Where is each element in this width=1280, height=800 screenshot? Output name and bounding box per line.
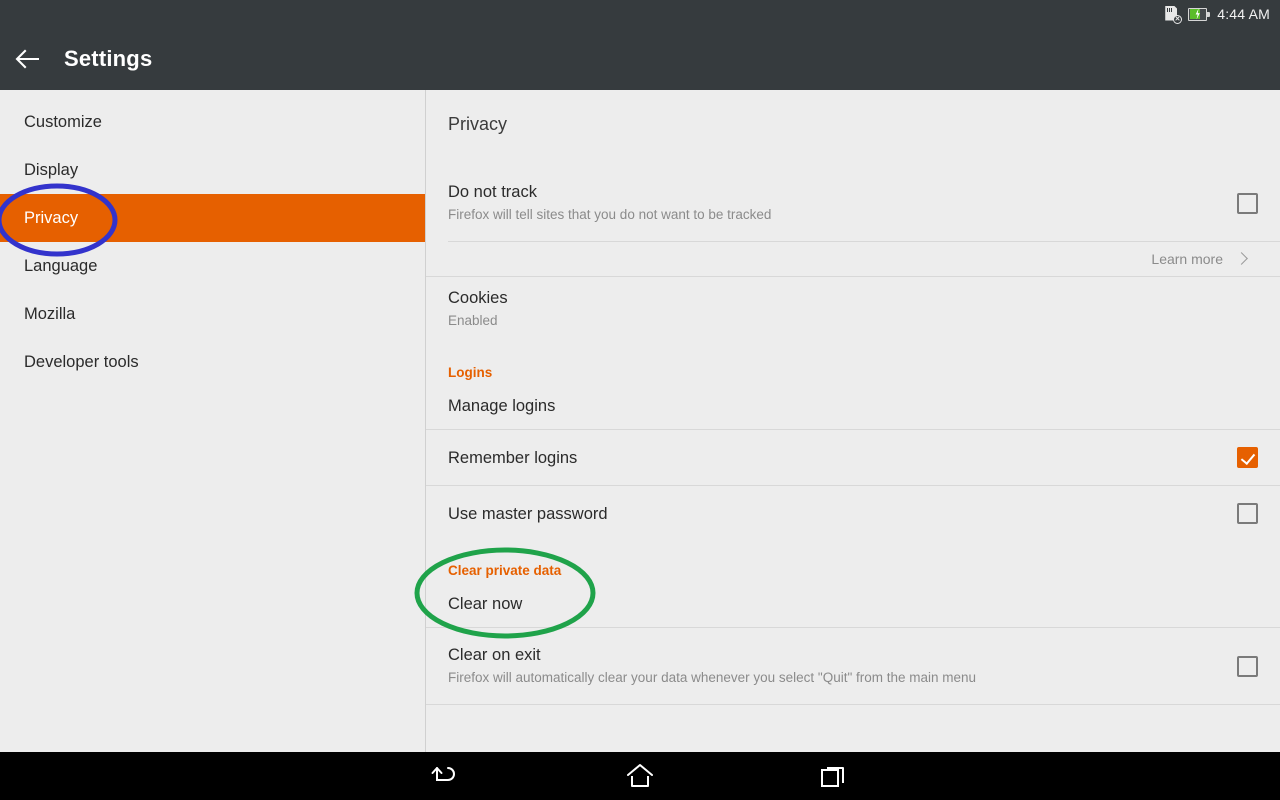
nav-home-button[interactable] bbox=[605, 752, 675, 800]
page-title: Settings bbox=[64, 46, 153, 71]
sdcard-removed-icon bbox=[1164, 5, 1183, 24]
row-subtitle: Firefox will tell sites that you do not … bbox=[448, 207, 772, 222]
row-subtitle: Enabled bbox=[448, 313, 498, 328]
row-title: Remember logins bbox=[448, 448, 578, 467]
learn-more-link[interactable]: Learn more bbox=[426, 242, 1280, 276]
row-do-not-track[interactable]: Do not track Firefox will tell sites tha… bbox=[426, 165, 1280, 241]
action-bar: Settings bbox=[0, 28, 1280, 90]
recents-icon bbox=[821, 767, 844, 787]
status-bar-clock: 4:44 AM bbox=[1217, 6, 1270, 22]
row-cookies[interactable]: Cookies Enabled bbox=[426, 277, 1280, 341]
checkbox-remember-logins[interactable] bbox=[1237, 447, 1258, 468]
section-label-clear-private-data: Clear private data bbox=[448, 563, 562, 578]
nav-recents-button[interactable] bbox=[799, 752, 869, 800]
sidebar-item-mozilla[interactable]: Mozilla bbox=[0, 290, 425, 338]
sidebar-item-customize[interactable]: Customize bbox=[0, 98, 425, 146]
settings-sidebar: Customize Display Privacy Language Mozil… bbox=[0, 90, 426, 752]
row-title: Cookies bbox=[448, 289, 508, 307]
row-clear-now[interactable]: Clear now bbox=[426, 581, 1280, 627]
sidebar-item-label: Display bbox=[24, 160, 79, 179]
back-arrow-icon bbox=[15, 49, 39, 69]
panel-title: Privacy bbox=[448, 114, 508, 134]
back-button[interactable] bbox=[0, 28, 56, 90]
back-icon bbox=[431, 767, 455, 781]
learn-more-label: Learn more bbox=[1151, 251, 1223, 267]
row-title: Manage logins bbox=[448, 397, 556, 415]
divider bbox=[426, 704, 1280, 705]
android-settings-screen: 4:44 AM Settings Customize Display Priva… bbox=[0, 0, 1280, 800]
battery-charging-icon bbox=[1188, 7, 1211, 21]
checkbox-use-master-password[interactable] bbox=[1237, 503, 1258, 524]
status-bar: 4:44 AM bbox=[0, 0, 1280, 28]
chevron-right-icon bbox=[1235, 252, 1248, 265]
sidebar-item-label: Language bbox=[24, 256, 98, 275]
sidebar-item-language[interactable]: Language bbox=[0, 242, 425, 290]
row-title: Do not track bbox=[448, 183, 537, 201]
checkbox-clear-on-exit[interactable] bbox=[1237, 655, 1258, 677]
row-title: Use master password bbox=[448, 504, 608, 523]
section-label-logins: Logins bbox=[448, 365, 493, 380]
home-icon bbox=[627, 764, 653, 787]
nav-back-button[interactable] bbox=[411, 752, 481, 800]
settings-content: Customize Display Privacy Language Mozil… bbox=[0, 90, 1280, 752]
sidebar-item-label: Privacy bbox=[24, 208, 79, 227]
sidebar-item-display[interactable]: Display bbox=[0, 146, 425, 194]
row-remember-logins[interactable]: Remember logins bbox=[426, 430, 1280, 485]
row-clear-on-exit[interactable]: Clear on exit Firefox will automatically… bbox=[426, 628, 1280, 704]
row-title: Clear on exit bbox=[448, 646, 541, 664]
sidebar-item-privacy[interactable]: Privacy bbox=[0, 194, 425, 242]
row-use-master-password[interactable]: Use master password bbox=[426, 486, 1280, 541]
row-manage-logins[interactable]: Manage logins bbox=[426, 383, 1280, 429]
sidebar-item-label: Developer tools bbox=[24, 352, 139, 371]
sidebar-item-developer-tools[interactable]: Developer tools bbox=[0, 338, 425, 386]
checkbox-do-not-track[interactable] bbox=[1237, 192, 1258, 214]
sidebar-item-label: Customize bbox=[24, 112, 102, 131]
system-navigation-bar bbox=[0, 752, 1280, 800]
row-subtitle: Firefox will automatically clear your da… bbox=[448, 670, 977, 685]
row-title: Clear now bbox=[448, 595, 523, 613]
sidebar-item-label: Mozilla bbox=[24, 304, 76, 323]
privacy-panel: Privacy Do not track Firefox will tell s… bbox=[426, 90, 1280, 752]
